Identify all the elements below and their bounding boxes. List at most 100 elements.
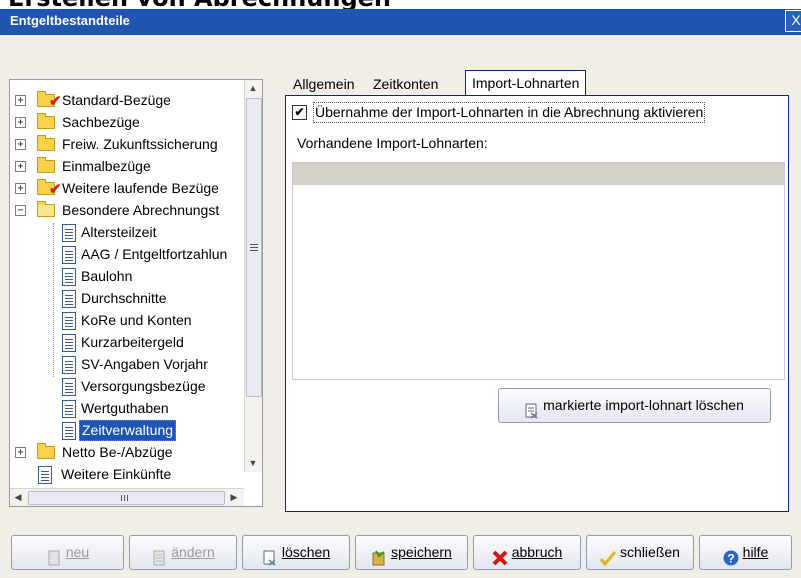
close-check-icon <box>599 545 617 567</box>
document-icon <box>62 378 76 396</box>
new-button[interactable]: neu <box>11 535 124 570</box>
expand-icon[interactable]: + <box>15 183 26 194</box>
tree-item-label: Freiw. Zukunftssicherung <box>62 136 218 152</box>
tab-allgemein[interactable]: Allgemein <box>287 73 360 95</box>
document-icon <box>62 312 76 330</box>
tree-item-sv-angaben[interactable]: SV-Angaben Vorjahr <box>10 353 242 375</box>
collapse-icon[interactable]: − <box>15 205 26 216</box>
tree-item-kore-konten[interactable]: KoRe und Konten <box>10 309 242 331</box>
tree-item-label: SV-Angaben Vorjahr <box>81 356 208 372</box>
document-icon <box>62 224 76 242</box>
expand-icon[interactable]: + <box>15 447 26 458</box>
entgeltbestandteile-dialog: Entgeltbestandteile X + ✔ Standard-Bezüg… <box>0 9 801 578</box>
tree-item-standard-bezuege[interactable]: + ✔ Standard-Bezüge <box>10 89 242 111</box>
edit-button[interactable]: ändern <box>129 535 237 570</box>
folder-icon <box>37 443 55 459</box>
document-icon <box>62 356 76 374</box>
cancel-button[interactable]: abbruch <box>473 535 581 570</box>
import-lohnarten-list-label: Vorhandene Import-Lohnarten: <box>297 135 488 151</box>
delete-button[interactable]: löschen <box>242 535 350 570</box>
delete-icon <box>262 545 278 566</box>
open-folder-icon <box>37 201 55 217</box>
delete-import-lohnart-label: markierte import-lohnart löschen <box>543 397 744 413</box>
document-icon <box>62 246 76 264</box>
delete-icon <box>525 398 539 419</box>
tree-item-label: Netto Be-/Abzüge <box>62 444 173 460</box>
activate-import-label[interactable]: Übernahme der Import-Lohnarten in die Ab… <box>313 102 706 123</box>
cancel-button-label: abbruch <box>511 544 563 560</box>
svg-text:?: ? <box>727 552 734 566</box>
action-toolbar: neu ändern löschen speichern abbruch sch… <box>0 507 801 578</box>
scroll-left-icon[interactable]: ◀ <box>10 489 26 505</box>
close-button-label: schließen <box>620 544 680 560</box>
help-button[interactable]: ? hilfe <box>699 535 792 570</box>
close-button[interactable]: schließen <box>586 535 694 570</box>
activate-import-checkbox[interactable]: ✔ <box>292 105 307 120</box>
delete-button-label: löschen <box>281 544 331 560</box>
window-title: Entgeltbestandteile <box>10 13 130 28</box>
tree-item-aag[interactable]: AAG / Entgeltfortzahlun <box>10 243 242 265</box>
tree-horizontal-scrollbar[interactable]: ◀ ▶ <box>10 488 244 506</box>
edit-button-label: ändern <box>171 544 215 560</box>
tree-item-label: Wertguthaben <box>81 400 169 416</box>
title-bar: Entgeltbestandteile X <box>0 9 801 35</box>
scroll-right-icon[interactable]: ▶ <box>226 489 242 505</box>
tree-item-label: Weitere Einkünfte <box>61 466 172 482</box>
tree-item-label: Versorgungsbezüge <box>81 378 206 394</box>
tree-vertical-scrollbar[interactable]: ▲ ▼ <box>244 80 262 472</box>
tree-item-weitere-einkuenfte[interactable]: Weitere Einkünfte <box>10 463 242 485</box>
folder-icon <box>37 135 55 151</box>
scroll-up-icon[interactable]: ▲ <box>245 80 261 96</box>
folder-icon <box>37 113 55 129</box>
tree-item-baulohn[interactable]: Baulohn <box>10 265 242 287</box>
tree-item-label: Baulohn <box>81 268 133 284</box>
tree-item-versorgungsbezuege[interactable]: Versorgungsbezüge <box>10 375 242 397</box>
expand-icon[interactable]: + <box>15 117 26 128</box>
document-icon <box>62 334 76 352</box>
import-lohnarten-list[interactable] <box>292 162 785 380</box>
category-tree[interactable]: + ✔ Standard-Bezüge + Sachbezüge + Freiw… <box>9 79 263 507</box>
tree-item-label-selected: Zeitverwaltung <box>79 420 177 441</box>
document-icon <box>62 400 76 418</box>
cancel-icon <box>492 545 508 566</box>
document-icon <box>62 268 76 286</box>
tree-item-besondere-abrechnung[interactable]: − Besondere Abrechnungst <box>10 199 242 221</box>
tree-item-label: AAG / Entgeltfortzahlun <box>81 246 228 262</box>
tree-item-altersteilzeit[interactable]: Altersteilzeit <box>10 221 242 243</box>
list-item[interactable] <box>293 163 784 185</box>
tree-item-sachbezuege[interactable]: + Sachbezüge <box>10 111 242 133</box>
help-icon: ? <box>723 545 739 566</box>
tree-item-label: Kurzarbeitergeld <box>81 334 184 350</box>
scroll-down-icon[interactable]: ▼ <box>245 455 261 471</box>
close-window-button[interactable]: X <box>785 10 801 32</box>
tab-zeitkonten[interactable]: Zeitkonten <box>367 73 444 95</box>
save-button[interactable]: speichern <box>355 535 468 570</box>
tree-item-label: Durchschnitte <box>81 290 167 306</box>
save-icon <box>371 545 387 566</box>
checked-folder-icon: ✔ <box>37 179 62 198</box>
tree-item-kurzarbeitergeld[interactable]: Kurzarbeitergeld <box>10 331 242 353</box>
vertical-scroll-thumb[interactable] <box>246 98 262 397</box>
tree-item-weitere-laufende-bezuege[interactable]: + ✔ Weitere laufende Bezüge <box>10 177 242 199</box>
tree-item-durchschnitte[interactable]: Durchschnitte <box>10 287 242 309</box>
tree-item-einmalbezuege[interactable]: + Einmalbezüge <box>10 155 242 177</box>
tab-import-lohnarten[interactable]: Import-Lohnarten <box>465 70 587 96</box>
horizontal-scroll-thumb[interactable] <box>28 491 225 505</box>
tree-item-label: Altersteilzeit <box>81 224 157 240</box>
tree-item-zeitverwaltung[interactable]: Zeitverwaltung <box>10 419 242 441</box>
expand-icon[interactable]: + <box>15 139 26 150</box>
tree-item-label: Einmalbezüge <box>62 158 151 174</box>
document-icon <box>62 290 76 308</box>
new-button-label: neu <box>65 544 90 560</box>
tree-item-label: Besondere Abrechnungst <box>62 202 220 218</box>
tree-item-label: Sachbezüge <box>62 114 140 130</box>
expand-icon[interactable]: + <box>15 161 26 172</box>
expand-icon[interactable]: + <box>15 95 26 106</box>
delete-import-lohnart-button[interactable]: markierte import-lohnart löschen <box>498 388 771 423</box>
tree-item-wertguthaben[interactable]: Wertguthaben <box>10 397 242 419</box>
tree-item-netto-be-abzuege[interactable]: + Netto Be-/Abzüge <box>10 441 242 463</box>
tree-item-zukunftssicherung[interactable]: + Freiw. Zukunftssicherung <box>10 133 242 155</box>
import-lohnarten-panel: ✔ Übernahme der Import-Lohnarten in die … <box>285 95 789 512</box>
folder-icon <box>37 157 55 173</box>
document-icon <box>38 466 52 484</box>
